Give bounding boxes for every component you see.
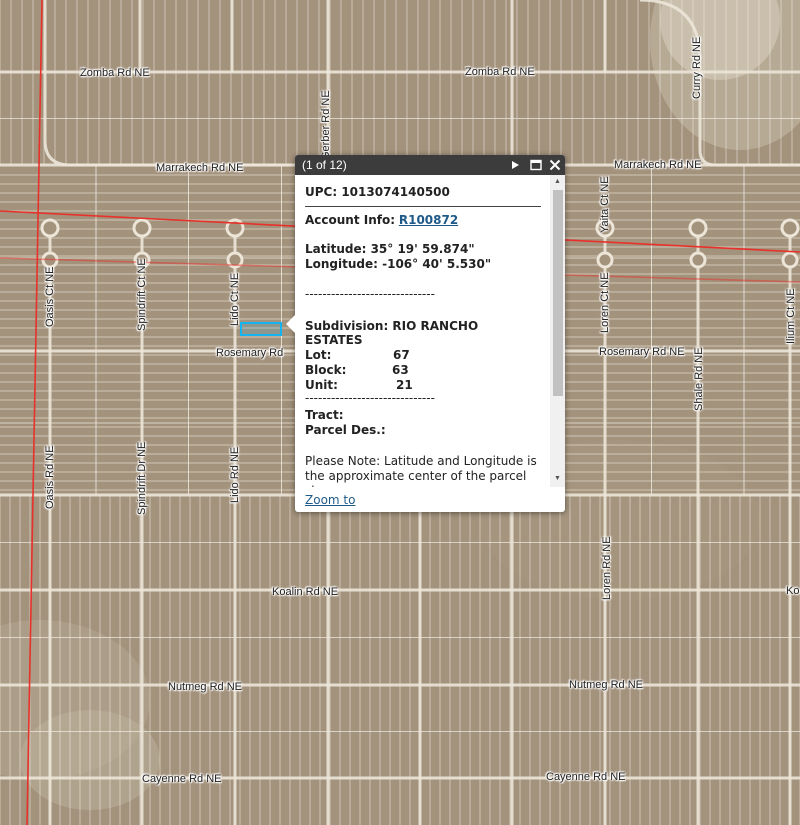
road-label-oasis-rd: Oasis Rd NE xyxy=(44,445,56,509)
road-label-lido-rd: Lido Rd NE xyxy=(229,446,241,503)
road-label-cayenne-east: Cayenne Rd NE xyxy=(546,771,626,783)
road-label-spindrift-ct: Spindrift Ct NE xyxy=(136,258,148,331)
longitude-text: Longitude: -106° 40' 5.530" xyxy=(305,257,492,271)
zoom-to-link[interactable]: Zoom to xyxy=(305,493,355,507)
road-label-cayenne-west: Cayenne Rd NE xyxy=(142,773,222,785)
close-icon[interactable] xyxy=(548,158,562,172)
road-label-oasis-ct: Oasis Ct NE xyxy=(44,266,56,327)
map-view[interactable]: Zomba Rd NE Zomba Rd NE Marrakech Rd NE … xyxy=(0,0,800,825)
scrollbar-thumb[interactable] xyxy=(553,190,563,396)
latitude-text: Latitude: 35° 19' 59.874" xyxy=(305,242,475,256)
parcel-des-label: Parcel Des.: xyxy=(305,423,386,437)
divider xyxy=(305,206,541,207)
popup-scrollbar[interactable]: ▲ ▼ xyxy=(550,175,565,487)
road-label-lido-ct: Lido Ct NE xyxy=(229,272,241,326)
road-label-zomba-east: Zomba Rd NE xyxy=(465,66,535,78)
road-label-rosemary-west: Rosemary Rd xyxy=(216,347,284,359)
road-label-zomba-west: Zomba Rd NE xyxy=(80,67,150,79)
note-line-1: Please Note: Latitude and Longitude is xyxy=(305,454,537,468)
road-label-spindrift-dr: Spindrift Dr NE xyxy=(136,441,148,515)
road-label-nutmeg-west: Nutmeg Rd NE xyxy=(168,681,242,693)
road-label-rosemary-east: Rosemary Rd NE xyxy=(599,346,685,358)
road-label-marrakech-west: Marrakech Rd NE xyxy=(156,162,244,174)
popup-content[interactable]: UPC: 1013074140500 Account Info: R100872… xyxy=(295,175,550,487)
popup-title: (1 of 12) xyxy=(302,158,347,172)
popup-pointer xyxy=(286,315,295,333)
road-label-marrakech-east: Marrakech Rd NE xyxy=(614,159,702,171)
account-info: Account Info: R100872 xyxy=(305,213,458,228)
note-line-2: the approximate center of the parcel xyxy=(305,469,527,483)
upc-text: UPC: 1013074140500 xyxy=(305,185,450,199)
block-label: Block: xyxy=(305,363,347,377)
separator-text: ------------------------------ xyxy=(305,287,435,301)
road-label-loren-rd: Loren Rd NE xyxy=(601,536,613,600)
subdivision-text-cont: ESTATES xyxy=(305,333,363,347)
tract-label: Tract: xyxy=(305,408,344,422)
road-label-partial: Ko xyxy=(786,585,800,597)
road-label-shale: Shale Rd NE xyxy=(693,347,705,411)
info-popup[interactable]: (1 of 12) UPC: 1013074140500 Account Inf… xyxy=(286,155,565,512)
road-label-koalin: Koalin Rd NE xyxy=(272,586,339,598)
separator-text-2: ------------------------------ xyxy=(305,391,435,405)
next-icon[interactable] xyxy=(508,158,522,172)
subdivision-text: Subdivision: RIO RANCHO xyxy=(305,319,479,333)
account-link[interactable]: R100872 xyxy=(399,213,458,227)
road-label-gerber: Gerber Rd NE xyxy=(320,90,332,160)
scroll-down-icon[interactable]: ▼ xyxy=(554,475,561,482)
account-label: Account Info: xyxy=(305,213,396,227)
road-label-yaita: Yaita Ct NE xyxy=(599,176,611,233)
selected-parcel[interactable] xyxy=(240,322,282,336)
road-label-loren-ct: Loren Ct NE xyxy=(599,272,611,333)
note-line-3: shown xyxy=(305,484,344,487)
lot-label: Lot: xyxy=(305,348,332,362)
road-label-curry: Curry Rd NE xyxy=(691,36,703,99)
popup-header: (1 of 12) xyxy=(295,155,565,175)
road-label-ilium-ct: Ilium Ct NE xyxy=(785,288,797,344)
block-value: 63 xyxy=(392,363,409,377)
maximize-icon[interactable] xyxy=(529,158,543,172)
road-label-nutmeg-east: Nutmeg Rd NE xyxy=(569,679,643,691)
scroll-up-icon[interactable]: ▲ xyxy=(554,178,561,185)
lot-value: 67 xyxy=(393,348,410,362)
